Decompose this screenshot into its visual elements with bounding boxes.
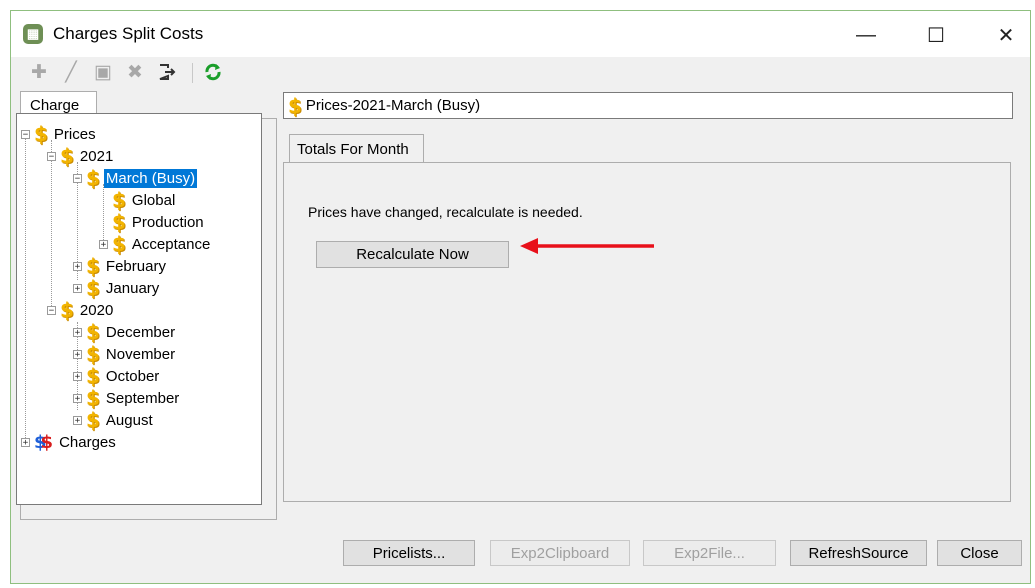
tree-node-november[interactable]: + $ November bbox=[73, 342, 177, 366]
selected-path-text: Prices-2021-March (Busy) bbox=[305, 97, 481, 114]
edit-icon[interactable]: ╱ bbox=[59, 59, 83, 85]
dollar-icon: $ bbox=[86, 342, 100, 366]
tree-node-2021[interactable]: − $ 2021 bbox=[47, 144, 115, 168]
expand-icon[interactable]: + bbox=[73, 349, 82, 359]
collapse-icon[interactable]: − bbox=[47, 151, 56, 161]
multi-currency-icon: $$ bbox=[34, 431, 54, 453]
dollar-icon: $ bbox=[60, 144, 74, 168]
calculator-icon: ▦ bbox=[23, 24, 43, 44]
tree-node-label: Prices bbox=[53, 125, 96, 143]
dollar-icon: $ bbox=[86, 408, 100, 432]
tree-node-label: October bbox=[105, 367, 160, 385]
tree-node-october[interactable]: + $ October bbox=[73, 364, 161, 388]
tree-node-march[interactable]: − $ March (Busy) bbox=[73, 166, 198, 190]
tree-node-production[interactable]: $ Production bbox=[112, 210, 206, 234]
tree-node-august[interactable]: + $ August bbox=[73, 408, 155, 432]
tree-node-label: Acceptance bbox=[131, 235, 211, 253]
annotation-arrow bbox=[520, 238, 654, 254]
tree-node-label: Production bbox=[131, 213, 204, 231]
tree-node-december[interactable]: + $ December bbox=[73, 320, 177, 344]
collapse-icon[interactable]: − bbox=[47, 305, 56, 315]
maximize-icon[interactable]: ☐ bbox=[913, 17, 959, 53]
dollar-icon: $ bbox=[60, 298, 74, 322]
refresh-icon[interactable] bbox=[201, 59, 225, 85]
tree-node-global[interactable]: $ Global bbox=[112, 188, 177, 212]
collapse-icon[interactable]: − bbox=[73, 173, 82, 183]
tree-node-february[interactable]: + $ February bbox=[73, 254, 168, 278]
dollar-icon: $ bbox=[112, 188, 126, 212]
tree-node-charges[interactable]: + $$ Charges bbox=[21, 431, 118, 453]
close-button[interactable]: Close bbox=[937, 540, 1022, 566]
tree-node-label: November bbox=[105, 345, 176, 363]
tree-node-label: December bbox=[105, 323, 176, 341]
tree-node-label: January bbox=[105, 279, 160, 297]
expand-icon[interactable]: + bbox=[73, 261, 82, 271]
tree-node-acceptance[interactable]: + $ Acceptance bbox=[99, 232, 212, 256]
refreshsource-button[interactable]: RefreshSource bbox=[790, 540, 927, 566]
tree-node-label: Global bbox=[131, 191, 176, 209]
dollar-icon: $ bbox=[86, 276, 100, 300]
recalc-message: Prices have changed, recalculate is need… bbox=[308, 204, 583, 220]
expand-icon[interactable]: + bbox=[73, 283, 82, 293]
expand-icon[interactable]: + bbox=[73, 415, 82, 425]
selected-path-field: $ Prices-2021-March (Busy) bbox=[283, 92, 1013, 119]
recalculate-now-button[interactable]: Recalculate Now bbox=[316, 241, 509, 268]
pricelists-button[interactable]: Pricelists... bbox=[343, 540, 475, 566]
expand-icon[interactable]: + bbox=[73, 371, 82, 381]
dollar-icon: $ bbox=[86, 320, 100, 344]
toolbar-separator bbox=[192, 63, 193, 83]
expand-icon[interactable]: + bbox=[21, 437, 30, 447]
dollar-icon: $ bbox=[86, 364, 100, 388]
exp2file-button[interactable]: Exp2File... bbox=[643, 540, 776, 566]
tree-node-label: February bbox=[105, 257, 166, 275]
exp2clipboard-button[interactable]: Exp2Clipboard bbox=[490, 540, 630, 566]
tree-node-january[interactable]: + $ January bbox=[73, 276, 161, 300]
dollar-icon: $ bbox=[112, 232, 126, 256]
dollar-icon: $ bbox=[86, 386, 100, 410]
exit-icon[interactable] bbox=[155, 59, 179, 85]
tree-node-label: Charges bbox=[59, 433, 116, 451]
collapse-icon[interactable]: − bbox=[21, 129, 30, 139]
delete-icon[interactable]: ✖ bbox=[123, 59, 147, 85]
tree-node-label: 2020 bbox=[79, 301, 114, 319]
minimize-icon[interactable]: — bbox=[843, 17, 889, 53]
charge-tree[interactable]: − $ Prices − $ 2021 − $ March (Busy) $ G… bbox=[16, 113, 262, 505]
tree-node-label: March (Busy) bbox=[103, 168, 198, 188]
tree-node-label: 2021 bbox=[79, 147, 114, 165]
tab-totals-for-month[interactable]: Totals For Month bbox=[289, 134, 424, 163]
save-icon[interactable]: ▣ bbox=[91, 59, 115, 85]
close-icon[interactable]: ✕ bbox=[983, 17, 1029, 53]
title-bar: ▦ Charges Split Costs — ☐ ✕ bbox=[11, 11, 1030, 57]
dollar-icon: $ bbox=[34, 122, 48, 146]
window-title: Charges Split Costs bbox=[53, 24, 204, 43]
expand-icon[interactable]: + bbox=[73, 327, 82, 337]
tree-line bbox=[25, 130, 26, 440]
expand-icon[interactable]: + bbox=[73, 393, 82, 403]
add-icon[interactable]: ✚ bbox=[27, 59, 51, 85]
tree-node-2020[interactable]: − $ 2020 bbox=[47, 298, 115, 322]
dollar-icon: $ bbox=[112, 210, 126, 234]
expand-icon[interactable]: + bbox=[99, 239, 108, 249]
toolbar: ✚ ╱ ▣ ✖ bbox=[11, 59, 1030, 87]
tree-node-label: August bbox=[105, 411, 153, 429]
tree-node-label: September bbox=[105, 389, 180, 407]
tree-node-september[interactable]: + $ September bbox=[73, 386, 181, 410]
dollar-icon: $ bbox=[86, 166, 100, 190]
tree-node-prices[interactable]: − $ Prices bbox=[21, 122, 98, 146]
dollar-icon: $ bbox=[86, 254, 100, 278]
dollar-icon: $ bbox=[288, 93, 302, 118]
